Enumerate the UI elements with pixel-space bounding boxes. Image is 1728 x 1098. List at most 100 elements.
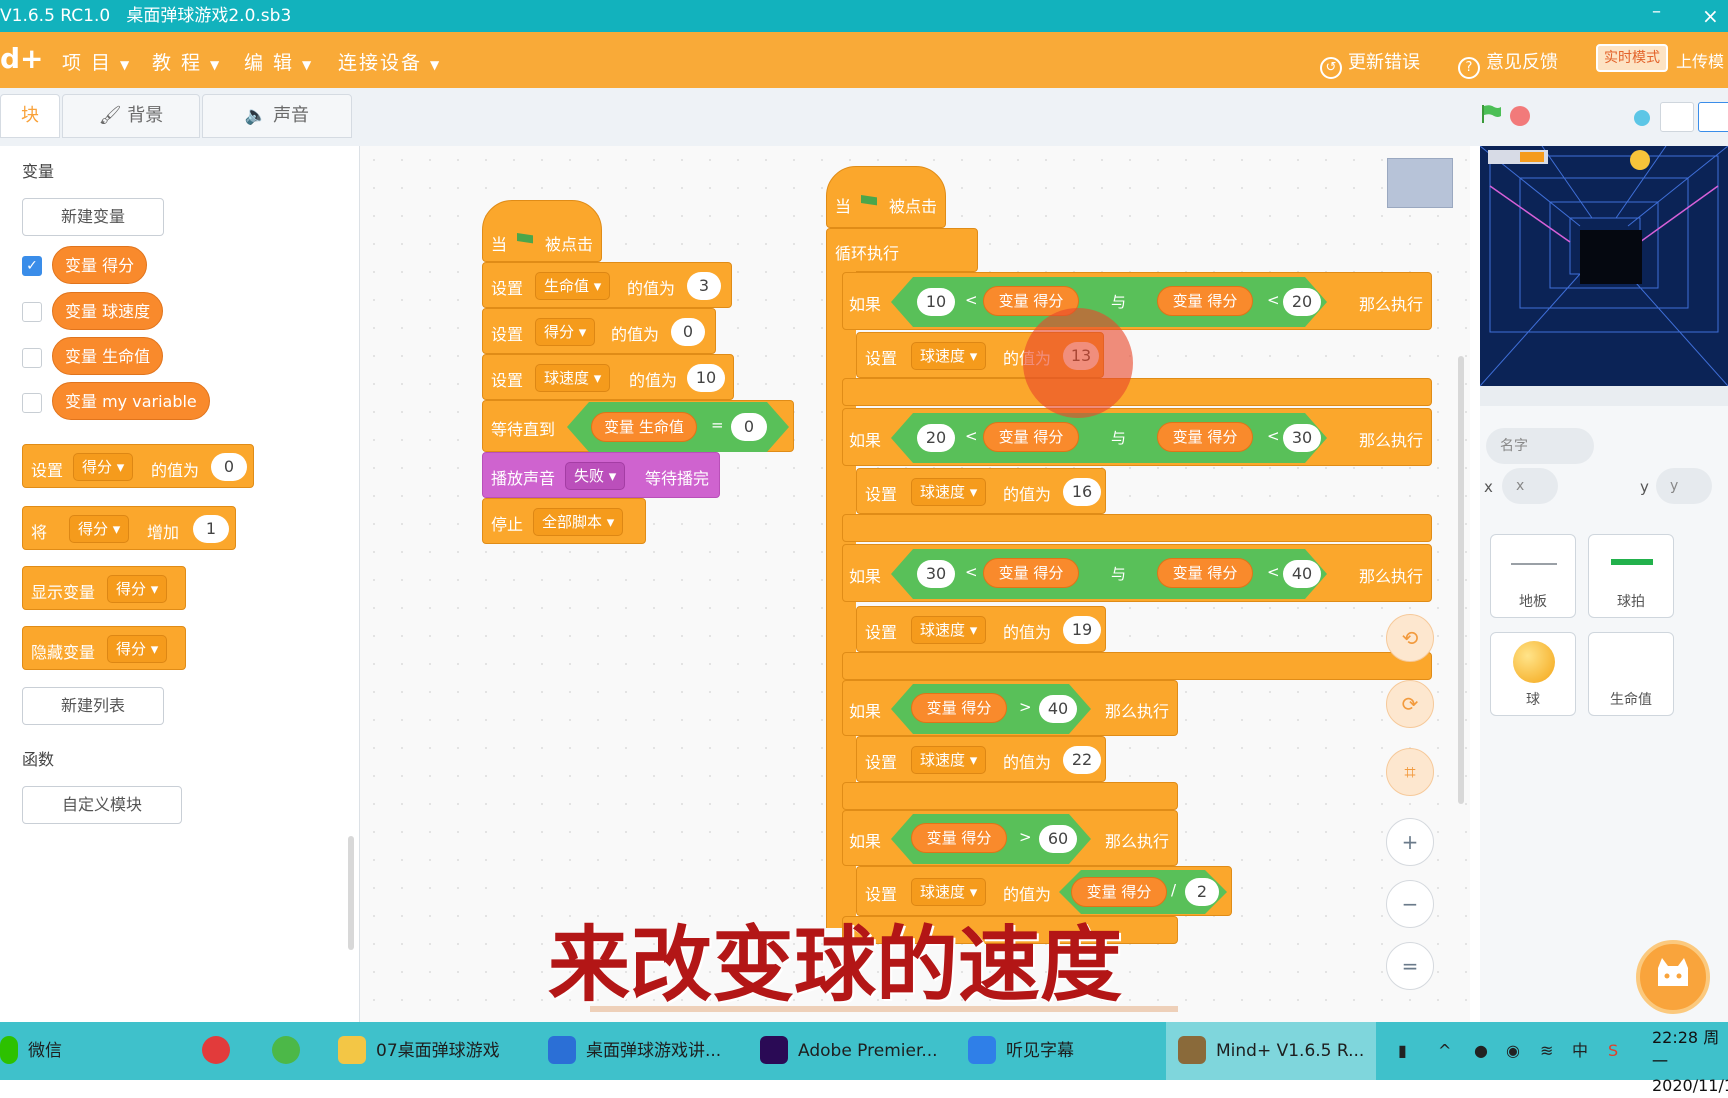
value-input[interactable]: 19: [1063, 616, 1101, 644]
score-reporter[interactable]: 变量 得分: [911, 823, 1007, 853]
sprite-card-floor[interactable]: 地板: [1490, 534, 1576, 618]
menu-project[interactable]: 项 目 ▼: [62, 48, 131, 75]
taskbar-folder[interactable]: 07桌面弹球游戏: [338, 1022, 500, 1080]
palette-scrollbar[interactable]: [348, 836, 354, 950]
variable-dropdown[interactable]: 得分 ▾: [73, 453, 134, 481]
zoom-in-button[interactable]: +: [1386, 818, 1434, 866]
stage-toggle-dot[interactable]: [1634, 110, 1650, 126]
variable-dropdown[interactable]: 球速度 ▾: [911, 746, 987, 774]
taskbar-wechat[interactable]: 微信: [0, 1022, 62, 1080]
value-input[interactable]: 3: [687, 272, 721, 300]
taskbar-mindplus[interactable]: Mind+ V1.6.5 R...: [1166, 1022, 1377, 1080]
stop-block[interactable]: 停止 全部脚本 ▾: [482, 498, 646, 544]
stage-preview[interactable]: [1480, 146, 1728, 386]
value-input[interactable]: 10: [687, 364, 725, 392]
change-variable-block[interactable]: 将 得分 ▾ 增加 1: [22, 506, 236, 550]
battery-icon[interactable]: ▮: [1398, 1022, 1407, 1080]
when-flag-clicked-hat[interactable]: 当 被点击: [482, 200, 602, 262]
system-clock[interactable]: 22:28 周一 2020/11/1: [1652, 1026, 1728, 1098]
if-block[interactable]: 如果 10 < 变量 得分 与 变量 得分 < 20 那么执行: [842, 272, 1432, 330]
variable-dropdown[interactable]: 得分 ▾: [535, 318, 596, 346]
set-variable-block[interactable]: 设置 得分 ▾ 的值为 0: [22, 444, 254, 488]
if-block[interactable]: 如果 30 < 变量 得分 与 变量 得分 < 40 那么执行: [842, 544, 1432, 602]
variable-score[interactable]: 变量 得分: [52, 246, 148, 284]
crop-icon[interactable]: ⌗: [1386, 748, 1434, 796]
canvas-minimap[interactable]: [1387, 158, 1453, 208]
set-ball-speed-block[interactable]: 设置 球速度 ▾ 的值为 22: [856, 736, 1106, 782]
minimize-button[interactable]: –: [1652, 0, 1661, 28]
x-input[interactable]: x: [1502, 468, 1558, 504]
value-input[interactable]: 0: [671, 318, 705, 346]
variable-checkbox[interactable]: [22, 348, 42, 368]
variable-checkbox[interactable]: ✓: [22, 256, 42, 276]
variable-dropdown[interactable]: 球速度 ▾: [911, 478, 987, 506]
and-condition[interactable]: [891, 413, 1327, 463]
taskbar-premiere[interactable]: Adobe Premier...: [760, 1022, 938, 1080]
value-input[interactable]: 60: [1039, 825, 1077, 853]
zoom-out-button[interactable]: −: [1386, 880, 1434, 928]
value-input[interactable]: 10: [917, 288, 955, 316]
sogou-icon[interactable]: S: [1608, 1022, 1618, 1080]
score-reporter[interactable]: 变量 得分: [983, 422, 1079, 452]
undo-button[interactable]: ⟲: [1386, 614, 1434, 662]
if-block[interactable]: 如果 变量 得分 > 60 那么执行: [842, 810, 1178, 866]
tab-sound[interactable]: 🔈 声音: [202, 94, 352, 138]
mindplus-logo[interactable]: d+: [0, 42, 44, 75]
microphone-icon[interactable]: ●: [1474, 1022, 1488, 1080]
value-input[interactable]: 30: [917, 560, 955, 588]
wifi-icon[interactable]: ≋: [1540, 1022, 1553, 1080]
wait-until-block[interactable]: 等待直到 变量 生命值 = 0: [482, 400, 794, 452]
wechat-tray-icon[interactable]: ◉: [1506, 1022, 1520, 1080]
set-ball-speed-block[interactable]: 设置 球速度 ▾ 的值为 19: [856, 606, 1106, 652]
green-flag-icon[interactable]: [1480, 104, 1502, 124]
set-ball-speed-block[interactable]: 设置 球速度 ▾ 的值为 10: [482, 354, 734, 400]
sound-dropdown[interactable]: 失败 ▾: [565, 462, 626, 490]
set-lives-block[interactable]: 设置 生命值 ▾ 的值为 3: [482, 262, 732, 308]
value-input[interactable]: 20: [1283, 288, 1321, 316]
set-ball-speed-block[interactable]: 设置 球速度 ▾ 的值为 16: [856, 468, 1106, 514]
score-reporter[interactable]: 变量 得分: [983, 558, 1079, 588]
when-flag-clicked-hat[interactable]: 当 被点击: [826, 166, 946, 228]
variable-lives[interactable]: 变量 生命值: [52, 337, 164, 375]
value-input[interactable]: 20: [917, 424, 955, 452]
variable-dropdown[interactable]: 球速度 ▾: [535, 364, 611, 392]
variable-my-variable[interactable]: 变量 my variable: [52, 382, 210, 420]
taskbar-subtitles[interactable]: 听见字幕: [968, 1022, 1074, 1080]
variable-dropdown[interactable]: 球速度 ▾: [911, 616, 987, 644]
sprite-card-paddle[interactable]: 球拍: [1588, 534, 1674, 618]
show-variable-block[interactable]: 显示变量 得分 ▾: [22, 566, 186, 610]
custom-block-button[interactable]: 自定义模块: [22, 786, 182, 824]
menu-edit[interactable]: 编 辑 ▼: [244, 48, 313, 75]
tab-blocks[interactable]: 块: [0, 94, 60, 138]
assistant-cat-button[interactable]: [1636, 940, 1710, 1014]
small-stage-button[interactable]: [1660, 102, 1694, 132]
score-reporter[interactable]: 变量 得分: [1157, 286, 1253, 316]
update-errors-button[interactable]: ↺ 更新错误: [1320, 48, 1420, 79]
set-score-block[interactable]: 设置 得分 ▾ 的值为 0: [482, 308, 716, 354]
taskbar-doc[interactable]: 桌面弹球游戏讲...: [548, 1022, 721, 1080]
if-block[interactable]: 如果 变量 得分 > 40 那么执行: [842, 680, 1178, 736]
value-input[interactable]: 30: [1283, 424, 1321, 452]
value-input[interactable]: 1: [193, 515, 229, 543]
new-list-button[interactable]: 新建列表: [22, 687, 164, 725]
variable-dropdown[interactable]: 球速度 ▾: [911, 342, 987, 370]
value-input[interactable]: 40: [1283, 560, 1321, 588]
variable-dropdown[interactable]: 得分 ▾: [107, 575, 168, 603]
value-input[interactable]: 22: [1063, 746, 1101, 774]
sprite-card-ball[interactable]: 球: [1490, 632, 1576, 716]
ime-indicator[interactable]: 中: [1572, 1022, 1588, 1080]
tab-backdrop[interactable]: 🖌 背景: [62, 94, 200, 138]
tray-expand-icon[interactable]: ^: [1438, 1022, 1451, 1080]
play-sound-block[interactable]: 播放声音 失败 ▾ 等待播完: [482, 452, 720, 498]
stop-dropdown[interactable]: 全部脚本 ▾: [533, 508, 624, 536]
hide-variable-block[interactable]: 隐藏变量 得分 ▾: [22, 626, 186, 670]
menu-tutorial[interactable]: 教 程 ▼: [152, 48, 221, 75]
variable-checkbox[interactable]: [22, 302, 42, 322]
y-input[interactable]: y: [1656, 468, 1712, 504]
variable-checkbox[interactable]: [22, 393, 42, 413]
value-input[interactable]: 16: [1063, 478, 1101, 506]
sprite-card-lives[interactable]: 生命值: [1588, 632, 1674, 716]
new-variable-button[interactable]: 新建变量: [22, 198, 164, 236]
if-block[interactable]: 如果 20 < 变量 得分 与 变量 得分 < 30 那么执行: [842, 408, 1432, 466]
close-button[interactable]: ×: [1702, 0, 1719, 32]
